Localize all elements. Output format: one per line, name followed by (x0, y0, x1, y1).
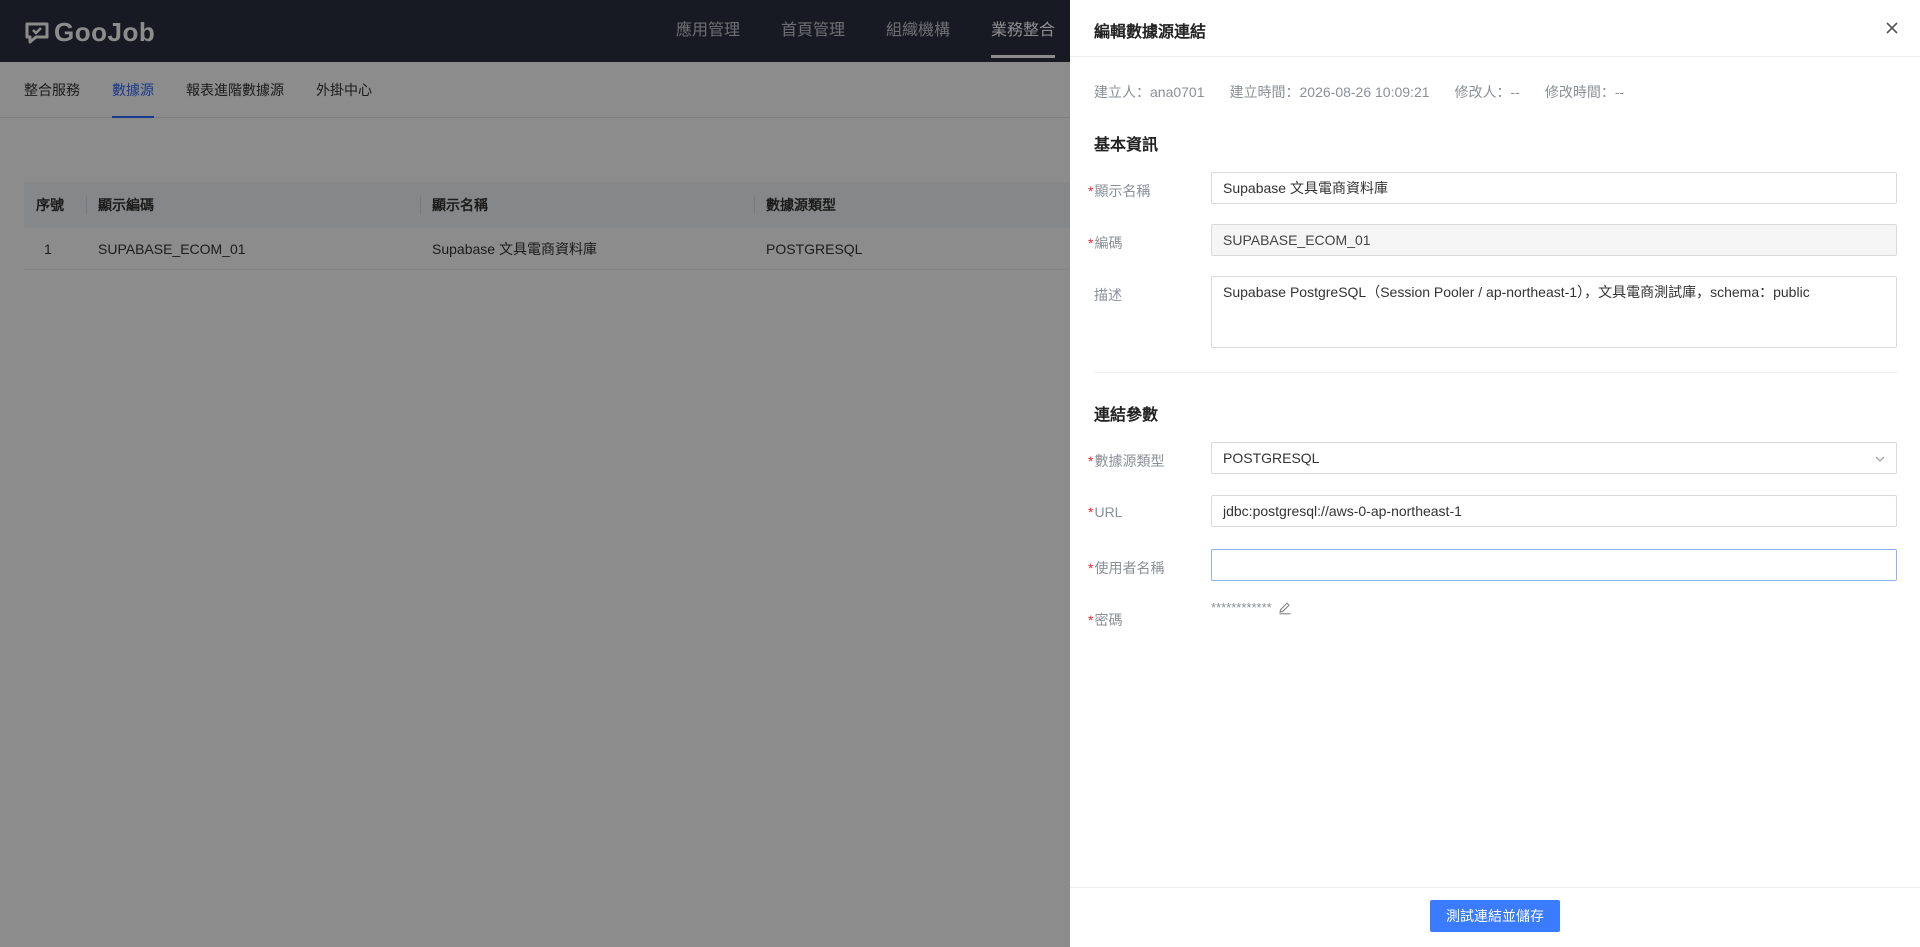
required-mark: * (1088, 612, 1094, 628)
test-and-save-button[interactable]: 測試連結並儲存 (1430, 900, 1560, 932)
code-label: *編碼 (1088, 235, 1123, 251)
password-label: *密碼 (1088, 612, 1123, 628)
password-masked-value: ************ (1211, 600, 1272, 615)
required-mark: * (1088, 235, 1094, 251)
meta-modifier: 修改人：-- (1454, 84, 1520, 100)
data-source-type-value: POSTGRESQL (1223, 450, 1320, 466)
meta-modified-at: 修改時間：-- (1544, 84, 1625, 100)
description-label: 描述 (1094, 287, 1122, 303)
edit-password-icon[interactable] (1278, 601, 1292, 615)
description-textarea[interactable]: Supabase PostgreSQL（Session Pooler / ap-… (1211, 276, 1897, 348)
required-mark: * (1088, 560, 1094, 576)
close-icon[interactable] (1882, 18, 1902, 38)
display-name-label: *顯示名稱 (1088, 183, 1151, 199)
password-field: ************ (1211, 600, 1292, 615)
required-mark: * (1088, 504, 1094, 520)
data-source-type-select[interactable]: POSTGRESQL (1211, 442, 1897, 474)
meta-creator: 建立人：ana0701 (1094, 84, 1205, 100)
drawer-title: 編輯數據源連結 (1094, 24, 1207, 41)
meta-created-at: 建立時間：2026-08-26 10:09:21 (1229, 84, 1430, 100)
section-connection-params: 連結參數 (1094, 407, 1159, 424)
url-label: *URL (1088, 504, 1123, 520)
username-label: *使用者名稱 (1088, 560, 1165, 576)
code-input: SUPABASE_ECOM_01 (1211, 224, 1897, 256)
section-divider (1094, 372, 1897, 373)
data-source-type-label: *數據源類型 (1088, 453, 1165, 469)
drawer-header: 編輯數據源連結 (1070, 0, 1920, 57)
chevron-down-icon (1875, 456, 1885, 462)
required-mark: * (1088, 183, 1094, 199)
display-name-input[interactable]: Supabase 文具電商資料庫 (1211, 172, 1897, 204)
drawer-footer: 測試連結並儲存 (1070, 887, 1920, 947)
record-meta: 建立人：ana0701 建立時間：2026-08-26 10:09:21 修改人… (1094, 82, 1649, 102)
section-basic-info: 基本資訊 (1094, 137, 1159, 154)
edit-data-source-drawer: 編輯數據源連結 建立人：ana0701 建立時間：2026-08-26 10:0… (1070, 0, 1920, 947)
url-input[interactable]: jdbc:postgresql://aws-0-ap-northeast-1 (1211, 495, 1897, 527)
username-input[interactable] (1211, 549, 1897, 581)
required-mark: * (1088, 453, 1094, 469)
